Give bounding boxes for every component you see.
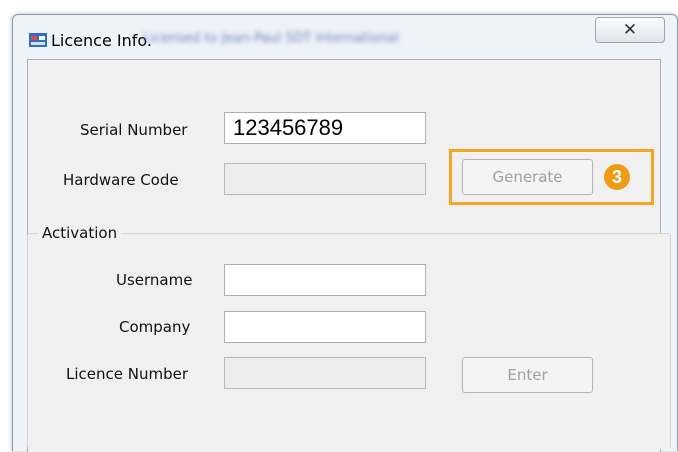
- username-label: Username: [116, 271, 193, 289]
- licence-number-label: Licence Number: [66, 365, 189, 383]
- close-icon: ✕: [622, 20, 638, 40]
- licence-number-field: [224, 357, 426, 389]
- hardware-code-label: Hardware Code: [63, 171, 179, 189]
- activation-group-label: Activation: [38, 224, 122, 242]
- enter-button[interactable]: Enter: [462, 357, 593, 393]
- close-button[interactable]: ✕: [595, 17, 665, 43]
- serial-number-value: 123456789: [233, 115, 344, 140]
- hardware-code-field: [224, 163, 426, 195]
- serial-number-field[interactable]: 123456789: [224, 112, 426, 144]
- form-app-icon: [29, 33, 47, 47]
- username-field[interactable]: [224, 264, 426, 296]
- step-badge: 3: [604, 164, 630, 190]
- company-field[interactable]: [224, 311, 426, 343]
- serial-number-label: Serial Number: [80, 121, 188, 139]
- company-label: Company: [119, 318, 191, 336]
- title-bar[interactable]: Licence Info. Licensed to Jean-Paul SDT …: [13, 15, 677, 51]
- window-title: Licence Info.: [51, 31, 152, 50]
- generate-button[interactable]: Generate: [462, 159, 593, 195]
- window-title-licensee: Licensed to Jean-Paul SDT International: [143, 31, 399, 46]
